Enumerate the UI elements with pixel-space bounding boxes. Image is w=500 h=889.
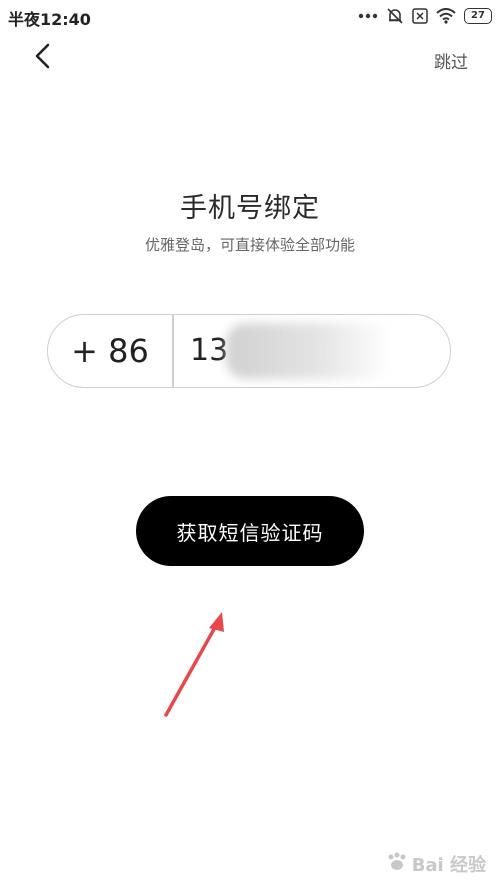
watermark-text: Bai 经验 xyxy=(411,855,486,876)
watermark: Bai 经验 xyxy=(386,851,486,877)
paw-icon xyxy=(386,852,408,877)
annotation-arrow xyxy=(164,612,224,717)
